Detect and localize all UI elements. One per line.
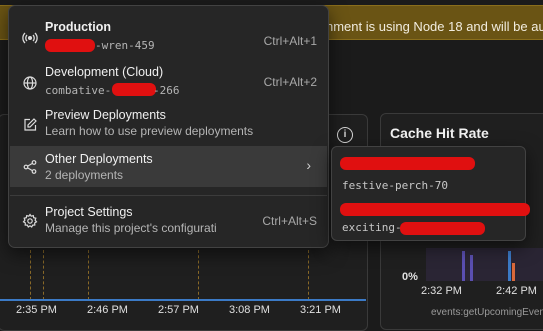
gear-icon [22, 213, 38, 229]
redaction-mark [340, 203, 530, 216]
menu-item-subtitle: Learn how to use preview deployments [45, 124, 254, 138]
gridline [30, 250, 31, 300]
chart-spike [470, 255, 473, 281]
deployment-name: exciting- [342, 221, 402, 234]
submenu-item[interactable]: festive-perch-70 [332, 151, 525, 193]
menu-item-subtitle: Manage this project's configurati [45, 221, 217, 235]
submenu-item[interactable]: exciting- [332, 197, 530, 239]
menu-item-subtitle-suffix: -266 [153, 84, 180, 97]
menu-item-title: Preview Deployments [45, 108, 166, 122]
x-tick-label: 2:32 PM [421, 285, 462, 297]
chart-spike [462, 251, 465, 281]
x-tick-label: 2:35 PM [16, 304, 57, 316]
menu-item-subtitle: 2 deployments [45, 168, 124, 182]
menu-item-subtitle-prefix: combative- [45, 84, 112, 97]
globe-icon [22, 75, 38, 91]
gridline [308, 250, 309, 300]
menu-item-title: Production [45, 20, 111, 34]
deployment-name: festive-perch-70 [342, 179, 448, 192]
banner-text: nment is using Node 18 and will be auto [326, 19, 543, 34]
x-tick-label: 2:46 PM [87, 304, 128, 316]
x-tick-label: 2:57 PM [158, 304, 199, 316]
menu-item-title: Development (Cloud) [45, 65, 164, 79]
redaction-mark [45, 39, 95, 52]
redaction-mark [400, 222, 485, 235]
other-deployments-submenu: festive-perch-70 exciting- [331, 146, 530, 241]
chart-spike [512, 263, 515, 281]
shortcut-label: Ctrl+Alt+2 [263, 75, 317, 89]
menu-item-project-settings[interactable]: Project Settings Manage this project's c… [10, 201, 327, 241]
x-tick-label: 3:21 PM [300, 304, 341, 316]
x-tick-label: 3:08 PM [229, 304, 270, 316]
shortcut-label: Ctrl+Alt+1 [263, 34, 317, 48]
shortcut-label: Ctrl+Alt+S [262, 214, 317, 228]
broadcast-icon [22, 30, 38, 46]
chart-spike [508, 251, 511, 281]
menu-item-other-deployments[interactable]: Other Deployments 2 deployments › [10, 146, 327, 187]
share-icon [22, 159, 38, 175]
panel-title: Cache Hit Rate [390, 125, 489, 141]
redaction-mark [112, 83, 156, 96]
info-icon[interactable]: i [337, 127, 353, 143]
menu-item-development[interactable]: Development (Cloud) combative- -266 Ctrl… [10, 61, 327, 105]
x-tick-label: 2:42 PM [496, 285, 537, 297]
function-name: events:getUpcomingEvents [431, 307, 543, 318]
deployment-menu: Production -wren-459 Ctrl+Alt+1 Developm… [8, 5, 329, 248]
gridline [43, 250, 44, 300]
menu-divider [10, 195, 327, 196]
gridline [88, 250, 89, 300]
gridline [198, 250, 199, 300]
menu-item-production[interactable]: Production -wren-459 Ctrl+Alt+1 [10, 15, 327, 61]
menu-item-preview-deployments[interactable]: Preview Deployments Learn how to use pre… [10, 105, 327, 145]
menu-item-subtitle: -wren-459 [95, 39, 155, 52]
y-axis-label: 0% [402, 271, 418, 283]
chevron-right-icon: › [306, 157, 311, 173]
menu-item-title: Other Deployments [45, 152, 153, 166]
redaction-mark [340, 157, 475, 170]
chart-axis-line [0, 299, 366, 301]
menu-item-title: Project Settings [45, 205, 133, 219]
edit-icon [22, 117, 38, 133]
cache-chart-area [426, 248, 543, 281]
